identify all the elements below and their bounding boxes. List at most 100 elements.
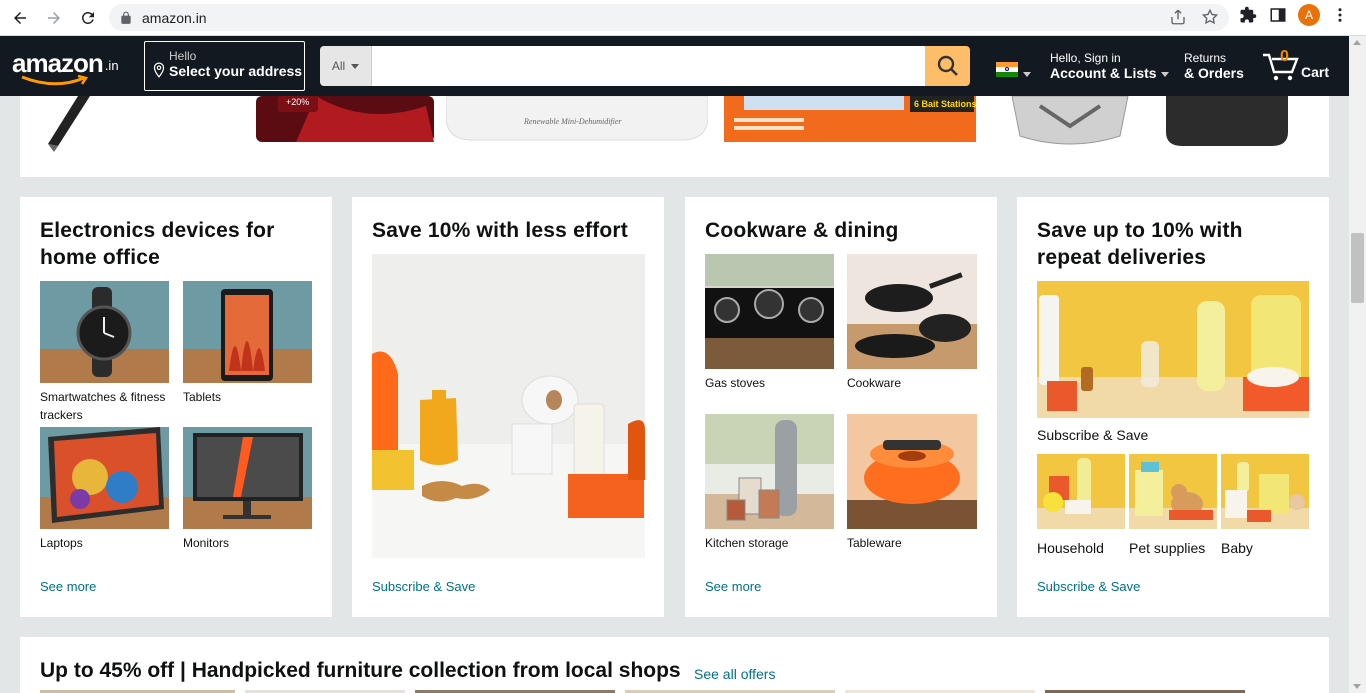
location-pin-icon (153, 62, 165, 78)
tile-tablets[interactable]: Tablets (183, 281, 312, 406)
india-flag-icon[interactable] (996, 62, 1018, 77)
search-bar: All (320, 46, 970, 86)
tile-cookware[interactable]: Cookware (847, 254, 977, 392)
subscribe-save-link[interactable]: Subscribe & Save (372, 579, 475, 594)
appliance-base-image[interactable] (1162, 96, 1292, 148)
tile-label: Household (1037, 540, 1104, 556)
card-title: Electronics devices for home office (40, 219, 275, 269)
cart-button[interactable]: 0 Cart (1262, 48, 1332, 84)
tile-laptops[interactable]: Laptops (40, 427, 169, 552)
see-more-link[interactable]: See more (705, 579, 761, 594)
search-icon (937, 55, 958, 76)
cart-count: 0 (1280, 48, 1289, 65)
tile-tableware[interactable]: Tableware (847, 414, 977, 552)
tile-label: Pet supplies (1129, 540, 1206, 556)
household-products-image (1037, 281, 1309, 418)
tile-household[interactable]: Household (1037, 454, 1125, 556)
subscribe-save-link[interactable]: Subscribe & Save (1037, 579, 1140, 594)
tile-pet-supplies[interactable]: Pet supplies (1129, 454, 1217, 556)
account-lists-button[interactable]: Hello, Sign in Account & Lists (1050, 51, 1169, 81)
search-category-dropdown[interactable]: All (320, 46, 372, 86)
tile-kitchen-storage[interactable]: Kitchen storage (705, 414, 834, 552)
address-greeting: Hello (169, 49, 197, 63)
blender-jar-image[interactable] (1010, 96, 1132, 148)
scroll-up-icon[interactable] (1353, 40, 1361, 45)
subscribe-save-hero-image[interactable] (372, 254, 645, 558)
card-title: Save 10% with less effort (372, 219, 628, 242)
account-greeting: Hello, Sign in (1050, 51, 1121, 65)
bookmark-star-icon[interactable] (1201, 8, 1219, 26)
bait-station-box-image[interactable]: 6 Bait Stations (724, 96, 980, 146)
chevron-down-icon (1160, 71, 1169, 77)
tile-label: Tablets (183, 390, 222, 404)
logo-smile-icon (21, 74, 89, 86)
card-title: Cookware & dining (705, 219, 899, 242)
promo-badge: +20% (286, 97, 309, 107)
amazon-logo[interactable]: amazon .in (12, 44, 138, 88)
forward-icon[interactable] (40, 4, 68, 32)
hero-subscribe-save[interactable]: Subscribe & Save (1037, 281, 1309, 443)
tile-baby[interactable]: Baby (1221, 454, 1309, 556)
tile-label: Monitors (183, 536, 230, 550)
scroll-down-icon[interactable] (1353, 684, 1361, 689)
tile-label: Baby (1221, 540, 1253, 556)
search-button[interactable] (925, 46, 970, 86)
bait-stations-label: 6 Bait Stations (914, 99, 977, 109)
cart-label: Cart (1301, 64, 1330, 80)
tile-smartwatches[interactable]: Smartwatches & fitness trackers (40, 281, 169, 424)
monitor-image (183, 427, 312, 529)
tile-label: Kitchen storage (705, 536, 789, 550)
site-header: amazon .in Hello Select your address All… (0, 36, 1349, 96)
pet-supplies-image (1129, 454, 1217, 529)
search-input[interactable] (372, 46, 925, 86)
tile-monitors[interactable]: Monitors (183, 427, 312, 552)
dehumidifier-caption: Renewable Mini-Dehumidifier (523, 117, 622, 126)
orders-label: & Orders (1184, 65, 1244, 81)
furniture-offers-section: Up to 45% off | Handpicked furniture col… (20, 637, 1329, 693)
tableware-image (847, 414, 977, 529)
baby-products-image (1221, 454, 1309, 529)
promo-product-image[interactable]: +20% (256, 96, 436, 144)
see-more-link[interactable]: See more (40, 579, 96, 594)
tile-label: Cookware (847, 376, 902, 390)
tablet-image (183, 281, 312, 383)
tile-gas-stoves[interactable]: Gas stoves (705, 254, 834, 392)
cookware-image (847, 254, 977, 369)
tile-label: Gas stoves (705, 376, 766, 390)
returns-orders-button[interactable]: Returns & Orders (1184, 51, 1244, 81)
card-title: Save up to 10% with repeat deliveries (1037, 219, 1243, 269)
tile-label: Laptops (40, 536, 83, 550)
extensions-icon[interactable] (1238, 5, 1258, 25)
account-label: Account & Lists (1050, 65, 1157, 81)
card-cookware-dining: Cookware & dining Gas stoves Cookware Ki… (685, 197, 997, 617)
select-address-button[interactable]: Hello Select your address (144, 41, 305, 91)
gas-stove-image (705, 254, 834, 369)
product-strip: +20% Renewable Mini-Dehumidifier 6 Bait … (20, 96, 1329, 177)
card-electronics: Electronics devices for home office Smar… (20, 197, 332, 617)
stylus-pen-image[interactable] (38, 96, 108, 156)
tile-label: Smartwatches & fitness trackers (40, 390, 166, 422)
card-repeat-deliveries: Save up to 10% with repeat deliveries Su… (1017, 197, 1329, 617)
household-image (1037, 454, 1125, 529)
side-panel-icon[interactable] (1268, 5, 1288, 25)
kitchen-storage-image (705, 414, 834, 529)
tile-label: Tableware (847, 536, 902, 550)
see-all-offers-link[interactable]: See all offers (694, 666, 775, 682)
menu-kebab-icon[interactable] (1330, 5, 1350, 25)
reload-icon[interactable] (74, 4, 102, 32)
page-scrollbar[interactable] (1349, 36, 1366, 693)
address-bar[interactable]: amazon.in (109, 4, 1229, 31)
language-chevron-icon[interactable] (1023, 72, 1031, 77)
laptop-image (40, 427, 169, 529)
url-text: amazon.in (142, 9, 207, 26)
profile-avatar[interactable]: A (1298, 4, 1320, 26)
dehumidifier-image[interactable]: Renewable Mini-Dehumidifier (446, 96, 708, 142)
smartwatch-image (40, 281, 169, 383)
lock-icon (121, 11, 131, 24)
address-label: Select your address (169, 63, 303, 79)
card-save-10: Save 10% with less effort Subscribe & Sa… (352, 197, 664, 617)
back-icon[interactable] (6, 4, 34, 32)
browser-toolbar: amazon.in A (0, 0, 1366, 36)
share-icon[interactable] (1169, 8, 1187, 26)
scrollbar-thumb[interactable] (1351, 233, 1364, 303)
